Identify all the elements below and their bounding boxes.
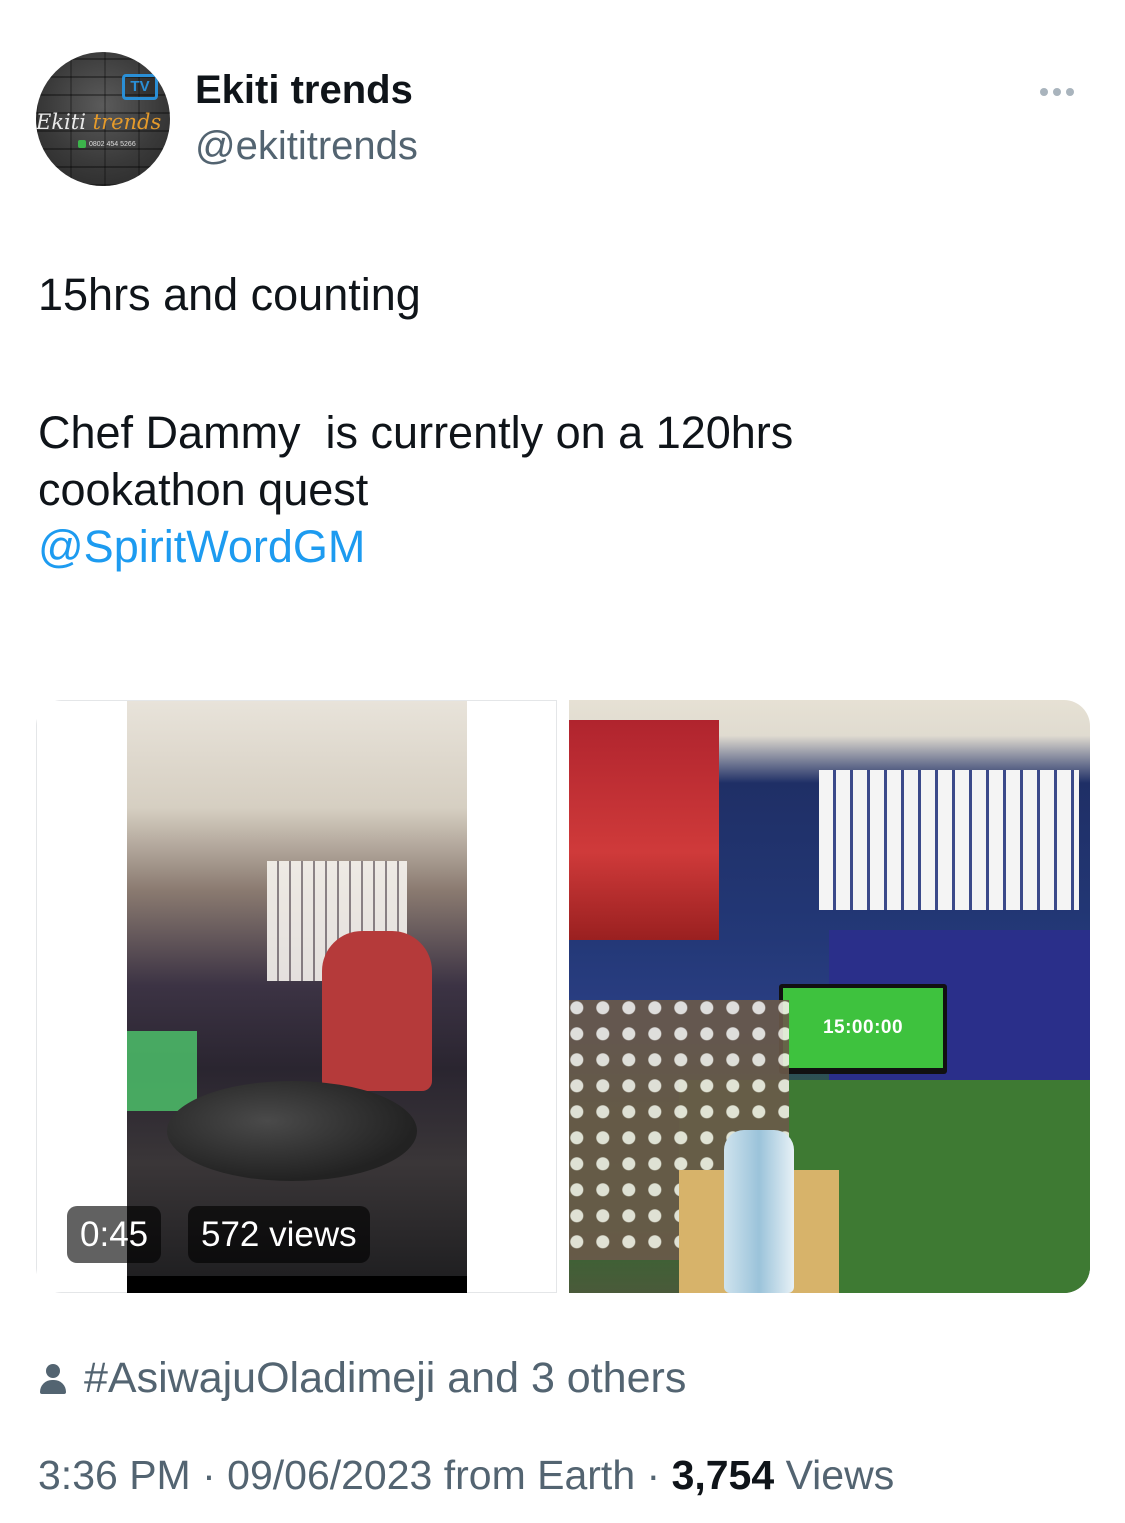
video-duration-badge: 0:45 <box>67 1206 162 1263</box>
photo-thumbnail[interactable]: 15:00:00 <box>569 700 1090 1293</box>
avatar-tv-logo: TV <box>122 74 158 100</box>
whatsapp-icon <box>78 140 86 148</box>
tweet-text: 15hrs and counting Chef Dammy is current… <box>38 266 1088 575</box>
tweet-line: Chef Dammy is currently on a 120hrs cook… <box>38 407 806 515</box>
tweet-date[interactable]: 09/06/2023 <box>227 1452 432 1498</box>
timer-screen: 15:00:00 <box>779 984 947 1074</box>
video-frame <box>127 701 467 1293</box>
author-handle[interactable]: @ekititrends <box>195 124 418 169</box>
author-display-name[interactable]: Ekiti trends <box>195 68 413 113</box>
tweet-line: 15hrs and counting <box>38 269 421 320</box>
tweet-meta: 3:36 PM · 09/06/2023 from Earth · 3,754 … <box>38 1452 895 1498</box>
tweet-source: from Earth <box>432 1452 636 1498</box>
mention-link[interactable]: @SpiritWordGM <box>38 518 1088 575</box>
tweet-time[interactable]: 3:36 PM <box>38 1452 191 1498</box>
topic-text[interactable]: #AsiwajuOladimeji and 3 others <box>84 1354 686 1403</box>
avatar-phone: 0802 454 5266 <box>78 140 136 148</box>
media-grid: 0:45 572 views 15:00:00 <box>36 700 1090 1293</box>
timer-screen-text: 15:00:00 <box>783 988 943 1068</box>
person-icon <box>38 1362 68 1396</box>
views-count[interactable]: 3,754 <box>672 1452 775 1498</box>
video-thumbnail[interactable]: 0:45 572 views <box>36 700 557 1293</box>
views-label: Views <box>774 1452 895 1498</box>
topic-context[interactable]: #AsiwajuOladimeji and 3 others <box>38 1354 686 1403</box>
avatar-brand: Ekiti trends <box>36 110 162 134</box>
avatar[interactable]: TV Ekiti trends 0802 454 5266 <box>36 52 170 186</box>
more-options-icon[interactable] <box>1040 88 1074 96</box>
video-views-badge: 572 views <box>188 1206 370 1263</box>
